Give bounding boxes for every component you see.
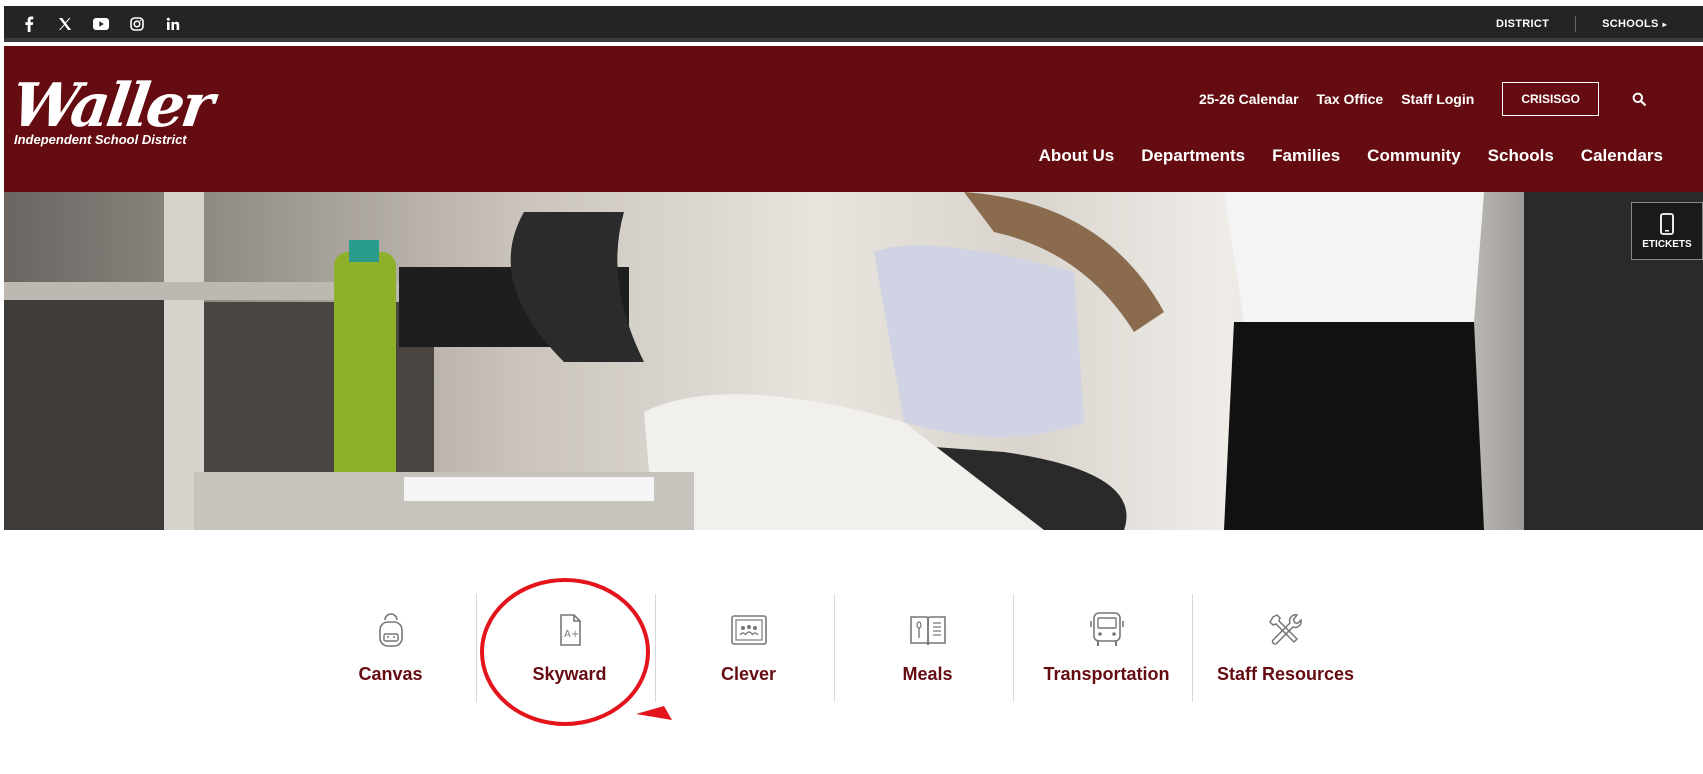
- x-icon[interactable]: [56, 15, 74, 33]
- divider: [476, 594, 477, 702]
- schools-label: SCHOOLS: [1602, 18, 1659, 30]
- nav-community[interactable]: Community: [1367, 146, 1461, 166]
- district-logo[interactable]: Waller Independent School District: [7, 71, 215, 156]
- classroom-board-icon: [729, 610, 769, 650]
- divider: [1013, 594, 1014, 702]
- divider: [1192, 594, 1193, 702]
- mobile-phone-icon: [1660, 212, 1674, 235]
- quick-link-label: Staff Resources: [1216, 664, 1355, 684]
- divider: [834, 594, 835, 702]
- top-bar: DISTRICT SCHOOLS ▸: [4, 6, 1703, 42]
- quick-link-transportation[interactable]: Transportation: [1024, 594, 1189, 702]
- facebook-icon[interactable]: [20, 15, 38, 33]
- nav-families[interactable]: Families: [1272, 146, 1340, 166]
- etickets-label: ETICKETS: [1642, 238, 1692, 250]
- nav-departments[interactable]: Departments: [1141, 146, 1245, 166]
- staff-login-link[interactable]: Staff Login: [1401, 91, 1474, 107]
- quick-link-meals[interactable]: Meals: [845, 594, 1010, 702]
- quick-link-skyward[interactable]: A+ Skyward: [487, 594, 652, 702]
- district-link[interactable]: DISTRICT: [1470, 18, 1575, 30]
- nav-calendars[interactable]: Calendars: [1581, 146, 1663, 166]
- svg-text:A+: A+: [564, 629, 579, 640]
- tax-office-link[interactable]: Tax Office: [1317, 91, 1384, 107]
- quick-link-staff-resources[interactable]: Staff Resources: [1203, 594, 1368, 702]
- crisisgo-button[interactable]: CRISISGO: [1502, 82, 1599, 116]
- main-nav: About Us Departments Families Community …: [1039, 146, 1663, 166]
- tools-icon: [1266, 610, 1306, 650]
- nav-schools[interactable]: Schools: [1488, 146, 1554, 166]
- etickets-button[interactable]: ETICKETS: [1631, 202, 1703, 260]
- bus-icon: [1087, 610, 1127, 650]
- quick-links: Canvas A+ Skyward Clever Meals Transport…: [4, 594, 1703, 714]
- hero-photo: [4, 192, 1703, 530]
- menu-book-icon: [908, 610, 948, 650]
- youtube-icon[interactable]: [92, 15, 110, 33]
- linkedin-icon[interactable]: [164, 15, 182, 33]
- caret-right-icon: ▸: [1662, 20, 1667, 29]
- quick-link-label: Canvas: [358, 664, 423, 684]
- utility-nav: 25-26 Calendar Tax Office Staff Login CR…: [1181, 82, 1659, 116]
- logo-wordmark: Waller: [7, 71, 216, 141]
- instagram-icon[interactable]: [128, 15, 146, 33]
- site-header: Waller Independent School District 25-26…: [4, 46, 1703, 192]
- search-icon[interactable]: [1619, 84, 1659, 114]
- quick-link-label: Skyward: [532, 664, 607, 684]
- quick-link-label: Transportation: [1043, 664, 1170, 684]
- quick-link-label: Clever: [720, 664, 777, 684]
- quick-link-canvas[interactable]: Canvas: [308, 594, 473, 702]
- divider: [655, 594, 656, 702]
- page: DISTRICT SCHOOLS ▸ Waller Independent Sch…: [4, 6, 1703, 774]
- calendar-link[interactable]: 25-26 Calendar: [1199, 91, 1299, 107]
- schools-dropdown[interactable]: SCHOOLS ▸: [1576, 18, 1667, 30]
- quick-link-label: Meals: [902, 664, 953, 684]
- top-right-links: DISTRICT SCHOOLS ▸: [1470, 6, 1667, 42]
- nav-about-us[interactable]: About Us: [1039, 146, 1115, 166]
- quick-link-clever[interactable]: Clever: [666, 594, 831, 702]
- social-links: [20, 6, 182, 42]
- backpack-icon: [371, 610, 411, 650]
- grade-document-icon: A+: [550, 610, 590, 650]
- hero-image: ETICKETS: [4, 192, 1703, 530]
